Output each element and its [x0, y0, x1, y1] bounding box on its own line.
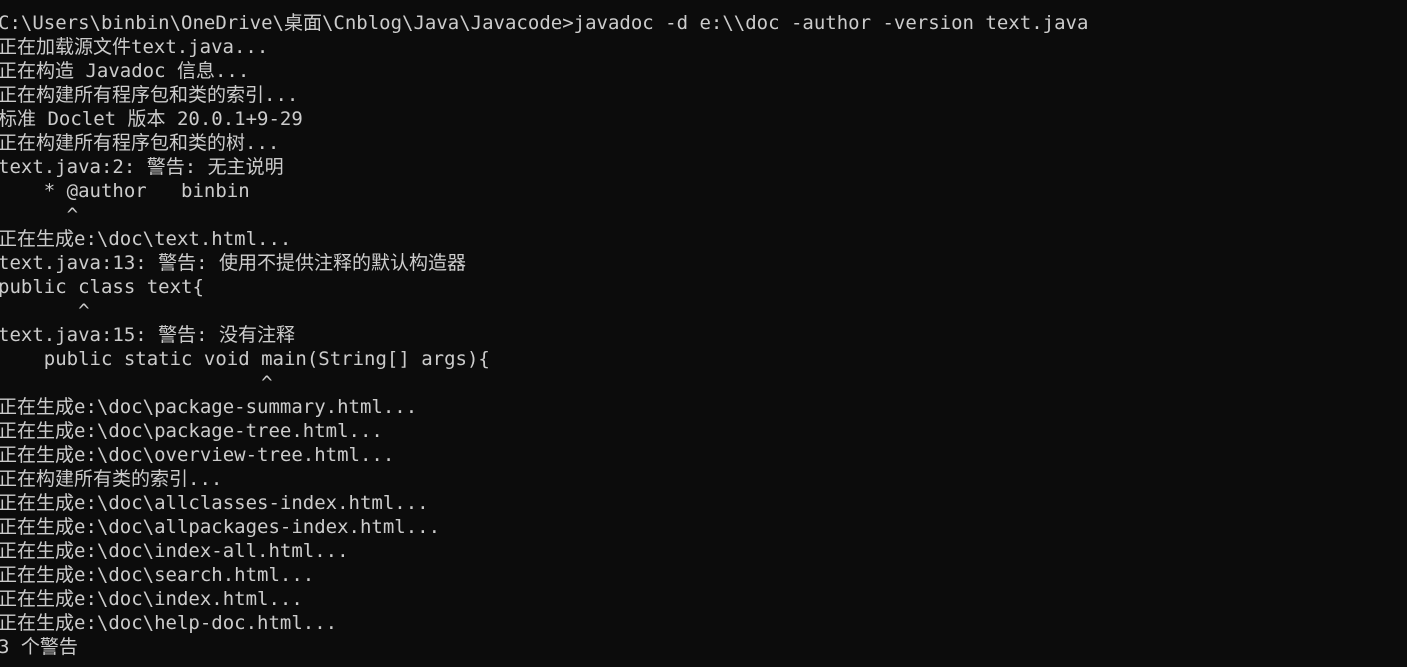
warning-count-line: 3 个警告 — [0, 636, 78, 658]
warning-line: text.java:13: 警告: 使用不提供注释的默认构造器 — [0, 252, 467, 274]
output-line: 正在生成e:\doc\help-doc.html... — [0, 612, 338, 634]
output-line: 正在构造 Javadoc 信息... — [0, 60, 250, 82]
output-line: 正在构建所有程序包和类的索引... — [0, 84, 299, 106]
code-snippet-line: public static void main(String[] args){ — [0, 348, 490, 370]
output-line: 正在生成e:\doc\allpackages-index.html... — [0, 516, 441, 538]
warning-line: text.java:15: 警告: 没有注释 — [0, 324, 296, 346]
output-line: 正在生成e:\doc\package-tree.html... — [0, 420, 383, 442]
caret-marker-line: ^ — [0, 372, 273, 394]
code-snippet-line: * @author binbin — [0, 180, 250, 202]
output-line: 正在构建所有程序包和类的树... — [0, 132, 280, 154]
caret-marker-line: ^ — [0, 300, 90, 322]
output-line: 正在生成e:\doc\package-summary.html... — [0, 396, 418, 418]
code-snippet-line: public class text{ — [0, 276, 204, 298]
output-line: 正在生成e:\doc\allclasses-index.html... — [0, 492, 429, 514]
output-line: 正在生成e:\doc\search.html... — [0, 564, 315, 586]
output-line: 正在加载源文件text.java... — [0, 36, 269, 58]
output-line: 正在生成e:\doc\overview-tree.html... — [0, 444, 395, 466]
console-output[interactable]: C:\Users\binbin\OneDrive\桌面\Cnblog\Java\… — [0, 0, 1407, 667]
output-line: 正在生成e:\doc\index.html... — [0, 588, 303, 610]
output-line: 正在生成e:\doc\text.html... — [0, 228, 292, 250]
output-line: 正在生成e:\doc\index-all.html... — [0, 540, 349, 562]
caret-marker-line: ^ — [0, 204, 79, 226]
output-line: 正在构建所有类的索引... — [0, 468, 223, 490]
output-line: 标准 Doclet 版本 20.0.1+9-29 — [0, 108, 303, 130]
warning-line: text.java:2: 警告: 无主说明 — [0, 156, 284, 178]
command-prompt-line: C:\Users\binbin\OneDrive\桌面\Cnblog\Java\… — [0, 12, 1089, 34]
